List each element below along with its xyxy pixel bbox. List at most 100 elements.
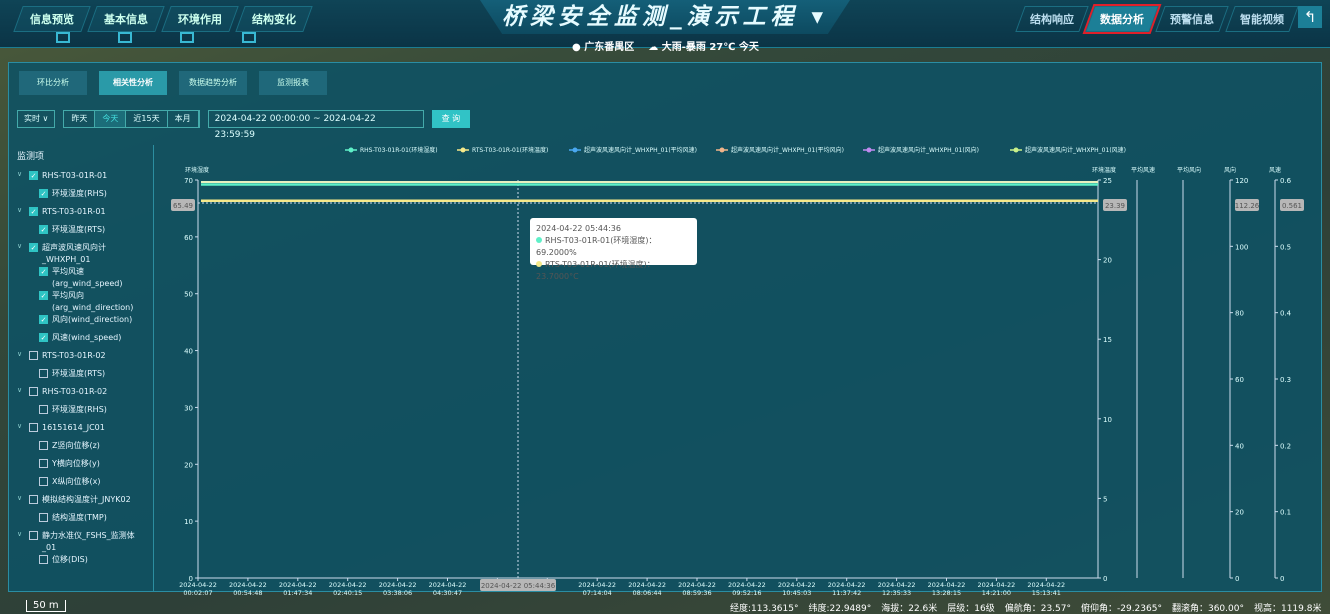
analysis-panel: 环比分析 相关性分析 数据趋势分析 监测报表 实时 ∨ 昨天 今天 近15天 本月 2024…	[8, 62, 1322, 592]
chevron-down-icon[interactable]: ∨	[17, 386, 25, 394]
tree-node[interactable]: Y横向位移(y)	[9, 458, 153, 476]
tree-node[interactable]: 结构温度(TMP)	[9, 512, 153, 530]
tree-node[interactable]: ✓ 环境温度(RTS)	[9, 224, 153, 242]
nav-tab[interactable]: 智能视频	[1225, 6, 1299, 32]
chevron-down-icon[interactable]: ∨	[17, 242, 25, 250]
tree-node[interactable]: ✓ 平均风速(arg_wind_speed)	[9, 266, 153, 290]
tree-node-label: 风向(wind_direction)	[52, 315, 133, 324]
checkbox[interactable]: ✓	[39, 225, 48, 234]
mode-select[interactable]: 实时 ∨	[17, 110, 56, 128]
tree-node[interactable]: 环境湿度(RHS)	[9, 404, 153, 422]
checkbox[interactable]	[39, 369, 48, 378]
tree-node[interactable]: ∨ 静力水准仪_FSHS_监测体_01	[9, 530, 153, 554]
tooltip-text: RHS-T03-01R-01(环境湿度)：69.2000%	[536, 236, 657, 257]
location: ● 广东番禺区	[572, 42, 635, 53]
tree-node[interactable]: Z竖向位移(z)	[9, 440, 153, 458]
tree-node-label: 环境温度(RTS)	[52, 369, 106, 378]
checkbox[interactable]	[29, 423, 38, 432]
checkbox[interactable]	[39, 555, 48, 564]
tree-node[interactable]: X纵向位移(x)	[9, 476, 153, 494]
checkbox[interactable]: ✓	[39, 267, 48, 276]
tree-node[interactable]: ∨ RTS-T03-01R-02	[9, 350, 153, 368]
layout-icon[interactable]	[180, 32, 194, 43]
checkbox[interactable]	[39, 477, 48, 486]
monitor-tree: 监测项 ∨ ✓ RHS-T03-01R-01 ✓ 环境湿度(RHS) ∨ ✓ RTS-T03-…	[9, 145, 154, 591]
query-button[interactable]: 查 询	[431, 110, 471, 128]
subtab[interactable]: 数据趋势分析	[179, 71, 247, 95]
tree-node[interactable]: ∨ ✓ RHS-T03-01R-01	[9, 170, 153, 188]
checkbox[interactable]	[39, 405, 48, 414]
tooltip-row: RTS-T03-01R-01(环境温度)：23.7000°C	[536, 259, 691, 283]
quick-range-button[interactable]: 本月	[168, 111, 199, 127]
chevron-down-icon[interactable]: ∨	[17, 170, 25, 178]
checkbox[interactable]	[29, 531, 38, 540]
nav-tab[interactable]: 预警信息	[1155, 6, 1229, 32]
tree-node[interactable]: 位移(DIS)	[9, 554, 153, 572]
tree-node[interactable]: ∨ 16151614_JC01	[9, 422, 153, 440]
date-range-input[interactable]: 2024-04-22 00:00:00 ~ 2024-04-22 23:59:5…	[207, 110, 424, 140]
nav-tab[interactable]: 结构变化	[235, 6, 313, 32]
checkbox[interactable]: ✓	[29, 171, 38, 180]
tree-node[interactable]: ✓ 环境湿度(RHS)	[9, 188, 153, 206]
checkbox[interactable]: ✓	[39, 333, 48, 342]
chevron-down-icon[interactable]: ∨	[17, 350, 25, 358]
checkbox[interactable]: ✓	[29, 243, 38, 252]
status-item: 翻滚角：360.00°	[1171, 604, 1244, 614]
tree-node-label: 平均风向(arg_wind_direction)	[52, 291, 134, 312]
checkbox[interactable]: ✓	[29, 207, 38, 216]
title-text: 桥梁安全监测_演示工程	[501, 4, 799, 30]
tree-node-label: Y横向位移(y)	[52, 459, 100, 468]
status-bar: 经度:113.3615° 纬度:22.9489° 海拔：22.6米 层级：16级 偏航角…	[730, 601, 1321, 614]
nav-tab[interactable]: 基本信息	[87, 6, 165, 32]
subtab[interactable]: 环比分析	[19, 71, 87, 95]
tree-node-label: 超声波风速风向计_WHXPH_01	[42, 243, 106, 264]
checkbox[interactable]	[29, 351, 38, 360]
tree-node[interactable]: 环境温度(RTS)	[9, 368, 153, 386]
subtab[interactable]: 相关性分析	[99, 71, 167, 95]
layout-icon[interactable]	[242, 32, 256, 43]
chevron-down-icon[interactable]: ∨	[17, 494, 25, 502]
chevron-down-icon[interactable]: ∨	[17, 422, 25, 430]
tree-node[interactable]: ∨ ✓ RTS-T03-01R-01	[9, 206, 153, 224]
tree-node[interactable]: ∨ ✓ 超声波风速风向计_WHXPH_01	[9, 242, 153, 266]
back-button[interactable]: ↰	[1298, 6, 1322, 28]
tree-node-label: 结构温度(TMP)	[52, 513, 107, 522]
checkbox[interactable]	[29, 495, 38, 504]
quick-range-button[interactable]: 近15天	[126, 111, 168, 127]
quick-range-button[interactable]: 昨天	[64, 111, 96, 127]
nav-tab[interactable]: 数据分析	[1082, 4, 1162, 34]
checkbox[interactable]: ✓	[39, 189, 48, 198]
tree-node-label: 16151614_JC01	[42, 423, 105, 432]
subtab[interactable]: 监测报表	[259, 71, 327, 95]
tree-node-label: RHS-T03-01R-01	[42, 171, 108, 180]
tree-node[interactable]: ✓ 平均风向(arg_wind_direction)	[9, 290, 153, 314]
nav-tab-label: 数据分析	[1100, 13, 1144, 26]
quick-range-button[interactable]: 今天	[95, 111, 127, 127]
checkbox[interactable]	[39, 459, 48, 468]
chart-tooltip: 2024-04-22 05:44:36 RHS-T03-01R-01(环境湿度)…	[530, 218, 697, 281]
tree-node-label: RHS-T03-01R-02	[42, 387, 108, 396]
nav-tab[interactable]: 环境作用	[161, 6, 239, 32]
nav-tab-label: 信息预览	[30, 13, 74, 26]
status-item: 纬度:22.9489°	[808, 604, 872, 614]
nav-tab[interactable]: 结构响应	[1015, 6, 1089, 32]
tree-node-label: Z竖向位移(z)	[52, 441, 100, 450]
checkbox[interactable]: ✓	[39, 315, 48, 324]
checkbox[interactable]	[39, 441, 48, 450]
checkbox[interactable]	[29, 387, 38, 396]
weather-text: 大雨-暴雨 27℃ 今天	[661, 42, 759, 53]
checkbox[interactable]: ✓	[39, 291, 48, 300]
app-title[interactable]: 桥梁安全监测_演示工程 ▾	[480, 0, 850, 34]
tree-node[interactable]: ∨ 模拟结构温度计_JNYK02	[9, 494, 153, 512]
tree-node[interactable]: ✓ 风向(wind_direction)	[9, 314, 153, 332]
tree-node-label: 模拟结构温度计_JNYK02	[42, 495, 131, 504]
chevron-down-icon[interactable]: ∨	[17, 530, 25, 538]
tree-node[interactable]: ∨ RHS-T03-01R-02	[9, 386, 153, 404]
tree-node[interactable]: ✓ 风速(wind_speed)	[9, 332, 153, 350]
chevron-down-icon[interactable]: ∨	[17, 206, 25, 214]
status-item: 俯仰角：-29.2365°	[1081, 604, 1162, 614]
layout-icon[interactable]	[118, 32, 132, 43]
nav-tab[interactable]: 信息预览	[13, 6, 91, 32]
checkbox[interactable]	[39, 513, 48, 522]
layout-icon[interactable]	[56, 32, 70, 43]
